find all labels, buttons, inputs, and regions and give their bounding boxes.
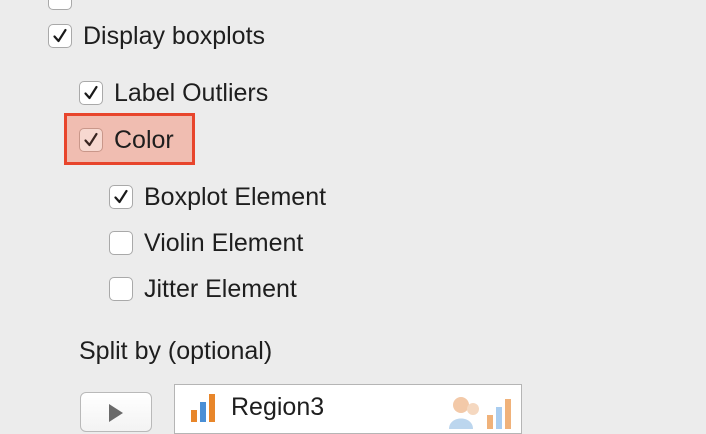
jitter-element-checkbox[interactable]: [109, 277, 133, 301]
display-boxplots-option[interactable]: Display boxplots: [48, 22, 265, 50]
boxplot-element-label: Boxplot Element: [144, 183, 327, 211]
split-by-label: Split by (optional): [79, 337, 273, 365]
nominal-type-icon: [449, 397, 511, 429]
split-by-variable-box[interactable]: Region3: [174, 384, 522, 434]
jitter-element-label: Jitter Element: [144, 275, 297, 303]
display-boxplots-label: Display boxplots: [83, 22, 266, 50]
color-checkbox[interactable]: [79, 128, 103, 152]
play-arrow-icon: [109, 404, 123, 422]
boxplot-element-option[interactable]: Boxplot Element: [109, 183, 326, 211]
checkmark-icon: [84, 132, 98, 147]
assign-variable-button[interactable]: [80, 392, 152, 432]
violin-element-label: Violin Element: [144, 229, 304, 257]
split-by-variable-name: Region3: [231, 393, 325, 421]
checkmark-icon: [84, 85, 98, 100]
violin-element-option[interactable]: Violin Element: [109, 229, 303, 257]
partial-checkbox: [48, 0, 72, 10]
split-by-heading: Split by (optional): [79, 337, 272, 365]
label-outliers-option[interactable]: Label Outliers: [79, 79, 268, 107]
color-option[interactable]: Color: [79, 126, 174, 154]
jitter-element-option[interactable]: Jitter Element: [109, 275, 297, 303]
color-label: Color: [114, 126, 174, 154]
partial-option-row: [48, 0, 72, 10]
violin-element-checkbox[interactable]: [109, 231, 133, 255]
boxplot-element-checkbox[interactable]: [109, 185, 133, 209]
label-outliers-checkbox[interactable]: [79, 81, 103, 105]
label-outliers-label: Label Outliers: [114, 79, 269, 107]
checkmark-icon: [114, 189, 128, 204]
checkmark-icon: [53, 28, 67, 43]
display-boxplots-checkbox[interactable]: [48, 24, 72, 48]
